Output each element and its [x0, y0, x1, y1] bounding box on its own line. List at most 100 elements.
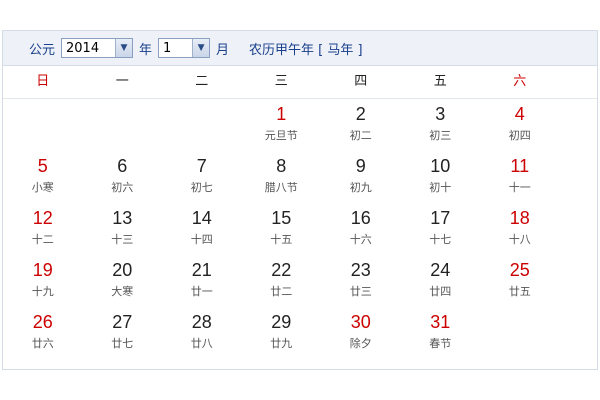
lunar-day-label: 十六 [349, 233, 372, 246]
day-number: 29 [271, 312, 292, 332]
weekday-sat: 六 [513, 74, 527, 89]
day-cell[interactable]: 4 初四 [480, 99, 560, 151]
day-cell[interactable]: 13 十三 [83, 203, 163, 255]
lunar-day-label: 廿一 [190, 285, 213, 298]
lunar-day-label: 十一 [508, 181, 531, 194]
day-number: 13 [112, 208, 133, 228]
weekday-sun: 日 [36, 74, 50, 89]
empty-day-cell [83, 99, 163, 151]
day-cell[interactable]: 2 初二 [321, 99, 401, 151]
day-cell[interactable]: 12 十二 [3, 203, 83, 255]
day-cell[interactable]: 10 初十 [401, 151, 481, 203]
lunar-day-label: 初三 [429, 129, 452, 142]
day-cell[interactable]: 31 春节 [401, 307, 481, 359]
chevron-down-icon[interactable]: ▼ [192, 39, 210, 57]
calendar-week-row: 1 元旦节 2 初二 3 初三 4 初四 [3, 99, 597, 151]
day-number: 2 [355, 104, 366, 124]
day-cell[interactable]: 3 初三 [401, 99, 481, 151]
day-cell[interactable]: 26 廿六 [3, 307, 83, 359]
lunar-day-label: 廿三 [349, 285, 372, 298]
day-cell[interactable]: 24 廿四 [401, 255, 481, 307]
day-number: 28 [191, 312, 212, 332]
lunar-day-label: 廿二 [270, 285, 293, 298]
chevron-down-icon[interactable]: ▼ [115, 39, 133, 57]
day-cell[interactable]: 17 十七 [401, 203, 481, 255]
lunar-year-info: 农历甲午年 [ 马年 ] [249, 42, 363, 58]
day-cell[interactable]: 19 十九 [3, 255, 83, 307]
calendar-week-row: 5 小寒 6 初六 7 初七 8 腊八节 9 初九 10 初十 11 十一 [3, 151, 597, 203]
calendar-weeks: 1 元旦节 2 初二 3 初三 4 初四 5 小寒 6 初六 7 初七 8 腊八节 9 初九 10 初十 11 十一 12 十… [3, 99, 597, 359]
month-select[interactable]: 1 ▼ [158, 38, 211, 58]
month-label: 月 [216, 42, 230, 58]
day-number: 3 [435, 104, 446, 124]
weekday-header: 日 一 二 三 四 五 六 [3, 66, 597, 99]
day-cell[interactable]: 16 十六 [321, 203, 401, 255]
lunar-day-label: 廿六 [31, 337, 54, 350]
day-cell[interactable]: 11 十一 [480, 151, 560, 203]
lunar-day-label: 腊八节 [264, 181, 298, 194]
lunar-day-label: 十九 [31, 285, 54, 298]
day-cell[interactable]: 1 元旦节 [242, 99, 322, 151]
lunar-day-label: 十二 [31, 233, 54, 246]
day-cell[interactable]: 28 廿八 [162, 307, 242, 359]
lunar-day-label: 十五 [270, 233, 293, 246]
day-number: 14 [191, 208, 212, 228]
lunar-day-label: 廿九 [270, 337, 293, 350]
weekday-mon: 一 [115, 74, 129, 89]
day-number: 1 [276, 104, 287, 124]
day-cell[interactable]: 23 廿三 [321, 255, 401, 307]
lunar-day-label: 春节 [429, 337, 452, 350]
lunar-day-label: 十七 [429, 233, 452, 246]
weekday-tue: 二 [195, 74, 209, 89]
lunar-day-label: 初六 [111, 181, 134, 194]
day-cell[interactable]: 8 腊八节 [242, 151, 322, 203]
day-number: 26 [32, 312, 53, 332]
lunar-day-label: 十四 [190, 233, 213, 246]
day-cell[interactable]: 5 小寒 [3, 151, 83, 203]
lunar-day-label: 初九 [349, 181, 372, 194]
day-number: 21 [191, 260, 212, 280]
lunar-day-label: 廿五 [508, 285, 531, 298]
day-cell[interactable]: 15 十五 [242, 203, 322, 255]
day-cell[interactable]: 20 大寒 [83, 255, 163, 307]
day-cell[interactable]: 25 廿五 [480, 255, 560, 307]
era-label: 公元 [29, 42, 56, 58]
lunar-day-label: 十三 [111, 233, 134, 246]
lunar-day-label: 小寒 [31, 181, 54, 194]
lunar-day-label: 初七 [190, 181, 213, 194]
lunar-day-label: 大寒 [111, 285, 134, 298]
calendar-week-row: 12 十二 13 十三 14 十四 15 十五 16 十六 17 十七 18 十八 [3, 203, 597, 255]
day-number: 9 [355, 156, 366, 176]
day-cell[interactable]: 18 十八 [480, 203, 560, 255]
day-cell[interactable]: 7 初七 [162, 151, 242, 203]
year-select-value: 2014 [66, 40, 100, 56]
day-cell[interactable]: 6 初六 [83, 151, 163, 203]
day-number: 10 [430, 156, 451, 176]
day-cell[interactable]: 22 廿二 [242, 255, 322, 307]
day-number: 4 [514, 104, 525, 124]
day-number: 19 [32, 260, 53, 280]
day-number: 17 [430, 208, 451, 228]
day-cell[interactable]: 9 初九 [321, 151, 401, 203]
day-cell[interactable]: 27 廿七 [83, 307, 163, 359]
year-select[interactable]: 2014 ▼ [61, 38, 134, 58]
day-number: 27 [112, 312, 133, 332]
day-cell[interactable]: 14 十四 [162, 203, 242, 255]
lunar-day-label: 元旦节 [264, 129, 298, 142]
weekday-thu: 四 [354, 74, 368, 89]
day-number: 11 [510, 156, 530, 176]
day-number: 23 [350, 260, 371, 280]
day-number: 24 [430, 260, 451, 280]
day-cell[interactable]: 21 廿一 [162, 255, 242, 307]
empty-day-cell [162, 99, 242, 151]
day-cell[interactable]: 30 除夕 [321, 307, 401, 359]
day-number: 6 [117, 156, 128, 176]
lunar-day-label: 初二 [349, 129, 372, 142]
lunar-day-label: 除夕 [349, 337, 372, 350]
day-number: 20 [112, 260, 133, 280]
day-cell[interactable]: 29 廿九 [242, 307, 322, 359]
lunar-day-label: 初十 [429, 181, 452, 194]
day-number: 25 [509, 260, 530, 280]
day-number: 18 [509, 208, 530, 228]
day-number: 16 [350, 208, 371, 228]
